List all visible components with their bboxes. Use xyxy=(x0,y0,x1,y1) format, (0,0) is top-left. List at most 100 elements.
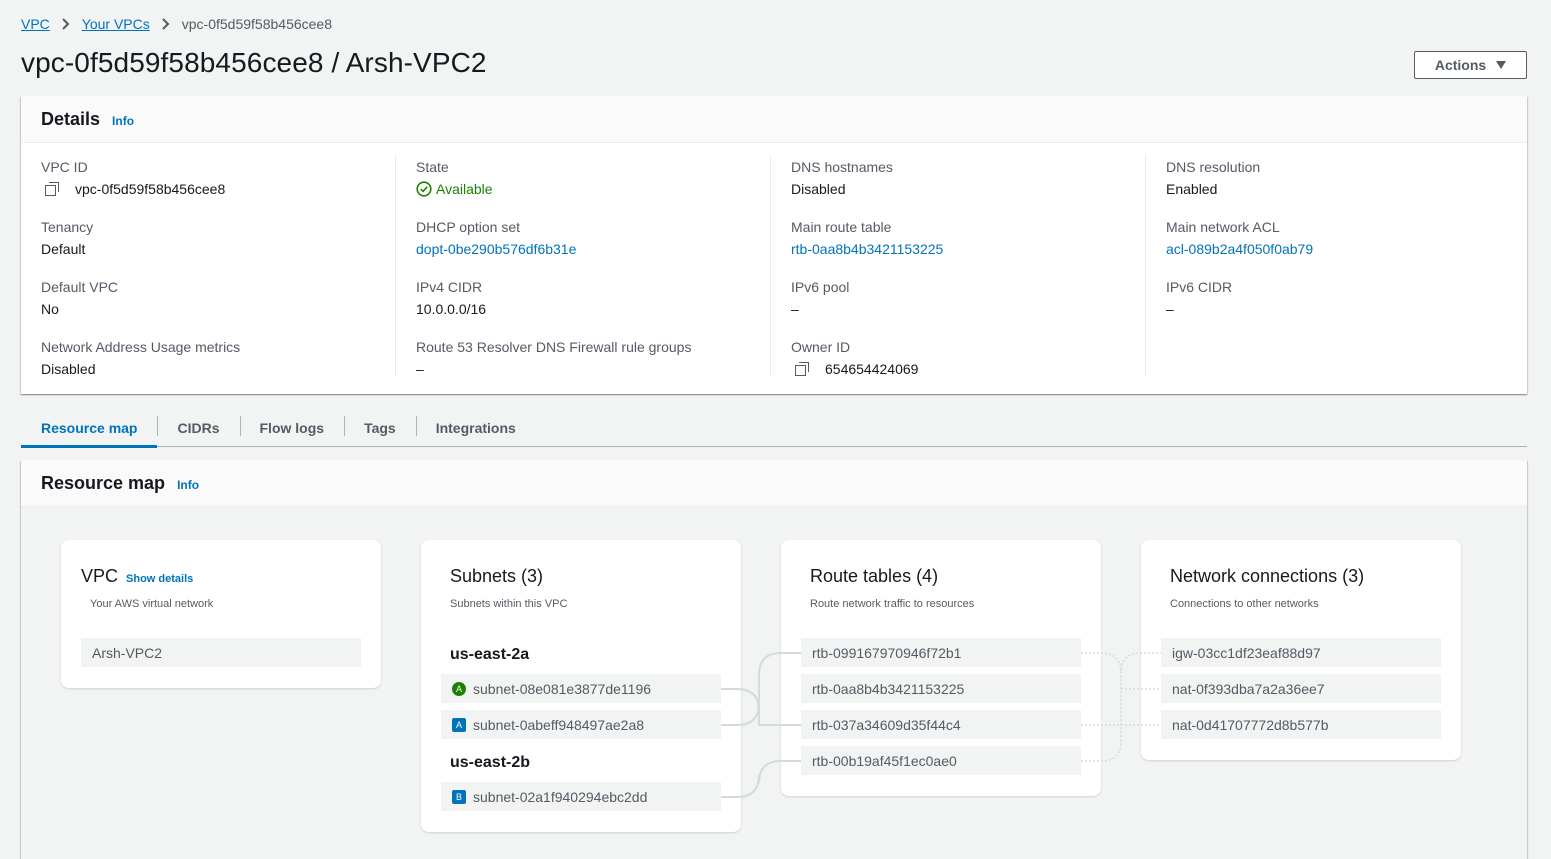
field-label: State xyxy=(416,159,449,175)
field-ipv6-cidr: IPv6 CIDR – xyxy=(1166,278,1232,318)
details-panel: Details Info VPC ID vpc-0f5d59f58b456cee… xyxy=(21,96,1527,394)
copy-icon[interactable] xyxy=(795,362,809,376)
subnets-card: Subnets (3) Subnets within this VPC us-e… xyxy=(421,540,741,832)
route-table-item[interactable]: rtb-0aa8b4b3421153225 xyxy=(801,674,1081,703)
breadcrumb-current: vpc-0f5d59f58b456cee8 xyxy=(181,16,332,32)
tab-bar: Resource map CIDRs Flow logs Tags Integr… xyxy=(21,410,1527,448)
field-value: No xyxy=(41,301,59,317)
field-label: Network Address Usage metrics xyxy=(41,339,241,355)
breadcrumb-vpc-link[interactable]: VPC xyxy=(21,16,50,32)
vpc-card-subtitle: Your AWS virtual network xyxy=(90,598,214,610)
network-connections-card-subtitle: Connections to other networks xyxy=(1170,598,1319,610)
field-vpc-id: VPC ID vpc-0f5d59f58b456cee8 xyxy=(41,158,225,198)
resource-map-info-link[interactable]: Info xyxy=(177,478,199,492)
field-label: Main route table xyxy=(791,219,892,235)
details-column-2: State Available DHCP option set dopt-0be… xyxy=(396,154,771,378)
field-value: – xyxy=(791,301,799,317)
field-label: Owner ID xyxy=(791,339,851,355)
copy-icon[interactable] xyxy=(45,182,59,196)
main-network-acl-link[interactable]: acl-089b2a4f050f0ab79 xyxy=(1166,240,1313,258)
field-value: vpc-0f5d59f58b456cee8 xyxy=(41,180,225,198)
field-label: IPv6 CIDR xyxy=(1166,279,1233,295)
vpc-item[interactable]: Arsh-VPC2 xyxy=(81,638,361,667)
vpc-card-title: VPC Show details xyxy=(81,566,193,587)
subnet-item[interactable]: A subnet-0abeff948497ae2a8 xyxy=(441,710,721,739)
field-label: IPv4 CIDR xyxy=(416,279,483,295)
tab-tags[interactable]: Tags xyxy=(344,410,416,446)
field-label: VPC ID xyxy=(41,159,88,175)
az-badge-icon: B xyxy=(452,789,466,804)
network-connection-item[interactable]: nat-0d41707772d8b577b xyxy=(1161,710,1441,739)
details-info-link[interactable]: Info xyxy=(112,114,134,128)
field-main-route-table: Main route table rtb-0aa8b4b3421153225 xyxy=(791,218,943,258)
details-header: Details Info xyxy=(21,96,1527,143)
route-table-item[interactable]: rtb-099167970946f72b1 xyxy=(801,638,1081,667)
field-value: Enabled xyxy=(1166,181,1218,197)
resource-map-title: Resource map xyxy=(41,472,166,493)
field-label: Main network ACL xyxy=(1166,219,1280,235)
network-connections-card-title: Network connections (3) xyxy=(1170,566,1365,586)
field-state: State Available xyxy=(416,158,493,198)
network-connection-item[interactable]: igw-03cc1df23eaf88d97 xyxy=(1161,638,1441,667)
field-dns-resolution: DNS resolution Enabled xyxy=(1166,158,1260,198)
field-label: IPv6 pool xyxy=(791,279,850,295)
field-tenancy: Tenancy Default xyxy=(41,218,93,258)
details-column-4: DNS resolution Enabled Main network ACL … xyxy=(1146,154,1521,376)
subnet-item[interactable]: B subnet-02a1f940294ebc2dd xyxy=(441,782,721,811)
network-connection-item[interactable]: nat-0f393dba7a2a36ee7 xyxy=(1161,674,1441,703)
route-tables-card-title: Route tables (4) xyxy=(810,566,939,586)
route-tables-card-subtitle: Route network traffic to resources xyxy=(810,598,975,610)
field-dhcp: DHCP option set dopt-0be290b576df6b31e xyxy=(416,218,576,258)
field-label: DHCP option set xyxy=(416,219,521,235)
show-details-link[interactable]: Show details xyxy=(126,573,193,585)
details-column-1: VPC ID vpc-0f5d59f58b456cee8 Tenancy Def… xyxy=(21,154,396,378)
route-table-item[interactable]: rtb-00b19af45f1ec0ae0 xyxy=(801,746,1081,775)
field-value: Available xyxy=(416,180,493,198)
actions-button[interactable]: Actions xyxy=(1414,51,1527,79)
field-main-acl: Main network ACL acl-089b2a4f050f0ab79 xyxy=(1166,218,1313,258)
vpc-card-title-text: VPC xyxy=(81,566,119,586)
az-badge-icon: A xyxy=(452,717,466,732)
tab-resource-map[interactable]: Resource map xyxy=(21,410,158,448)
field-dns-hostnames: DNS hostnames Disabled xyxy=(791,158,893,198)
az-label: us-east-2a xyxy=(450,646,530,663)
status-available-icon xyxy=(416,181,432,197)
field-nau-metrics: Network Address Usage metrics Disabled xyxy=(41,338,240,378)
subnet-item[interactable]: A subnet-08e081e3877de1196 xyxy=(441,674,721,703)
field-label: Tenancy xyxy=(41,219,94,235)
field-label: DNS hostnames xyxy=(791,159,893,175)
tab-flow-logs[interactable]: Flow logs xyxy=(239,410,345,446)
vpc-card: VPC Show details Your AWS virtual networ… xyxy=(61,540,381,688)
breadcrumb-your-vpcs-link[interactable]: Your VPCs xyxy=(82,16,150,32)
route-table-item[interactable]: rtb-037a34609d35f44c4 xyxy=(801,710,1081,739)
state-value: Available xyxy=(436,181,493,197)
az-badge-icon: A xyxy=(452,681,466,696)
tab-cidrs[interactable]: CIDRs xyxy=(157,410,239,446)
field-label: DNS resolution xyxy=(1166,159,1261,175)
resource-map-panel: Resource map Info VPC Show details Your … xyxy=(21,460,1527,859)
vpc-id-value: vpc-0f5d59f58b456cee8 xyxy=(75,181,226,197)
field-route53: Route 53 Resolver DNS Firewall rule grou… xyxy=(416,338,691,378)
field-label: Default VPC xyxy=(41,279,119,295)
field-value: 10.0.0.0/16 xyxy=(416,301,487,317)
subnet-name: subnet-0abeff948497ae2a8 xyxy=(473,716,645,733)
field-value: Disabled xyxy=(791,181,846,197)
subnets-card-title: Subnets (3) xyxy=(450,566,544,586)
dhcp-option-set-link[interactable]: dopt-0be290b576df6b31e xyxy=(416,240,576,258)
subnets-card-subtitle: Subnets within this VPC xyxy=(450,598,568,610)
route-tables-card: Route tables (4) Route network traffic t… xyxy=(781,540,1101,796)
details-title: Details xyxy=(41,108,101,129)
subnet-name: subnet-08e081e3877de1196 xyxy=(473,680,652,697)
tab-integrations[interactable]: Integrations xyxy=(415,410,536,446)
field-ipv6-pool: IPv6 pool – xyxy=(791,278,849,318)
main-route-table-link[interactable]: rtb-0aa8b4b3421153225 xyxy=(791,240,943,258)
page-title: vpc-0f5d59f58b456cee8 / Arsh-VPC2 xyxy=(21,47,487,78)
field-label: Route 53 Resolver DNS Firewall rule grou… xyxy=(416,339,692,355)
resource-map-header: Resource map Info xyxy=(21,460,1527,507)
field-value: Default xyxy=(41,241,86,257)
caret-down-icon xyxy=(1496,61,1507,69)
actions-button-label: Actions xyxy=(1434,57,1487,73)
details-grid: VPC ID vpc-0f5d59f58b456cee8 Tenancy Def… xyxy=(21,154,1527,378)
field-default-vpc: Default VPC No xyxy=(41,278,118,318)
field-ipv4-cidr: IPv4 CIDR 10.0.0.0/16 xyxy=(416,278,486,318)
